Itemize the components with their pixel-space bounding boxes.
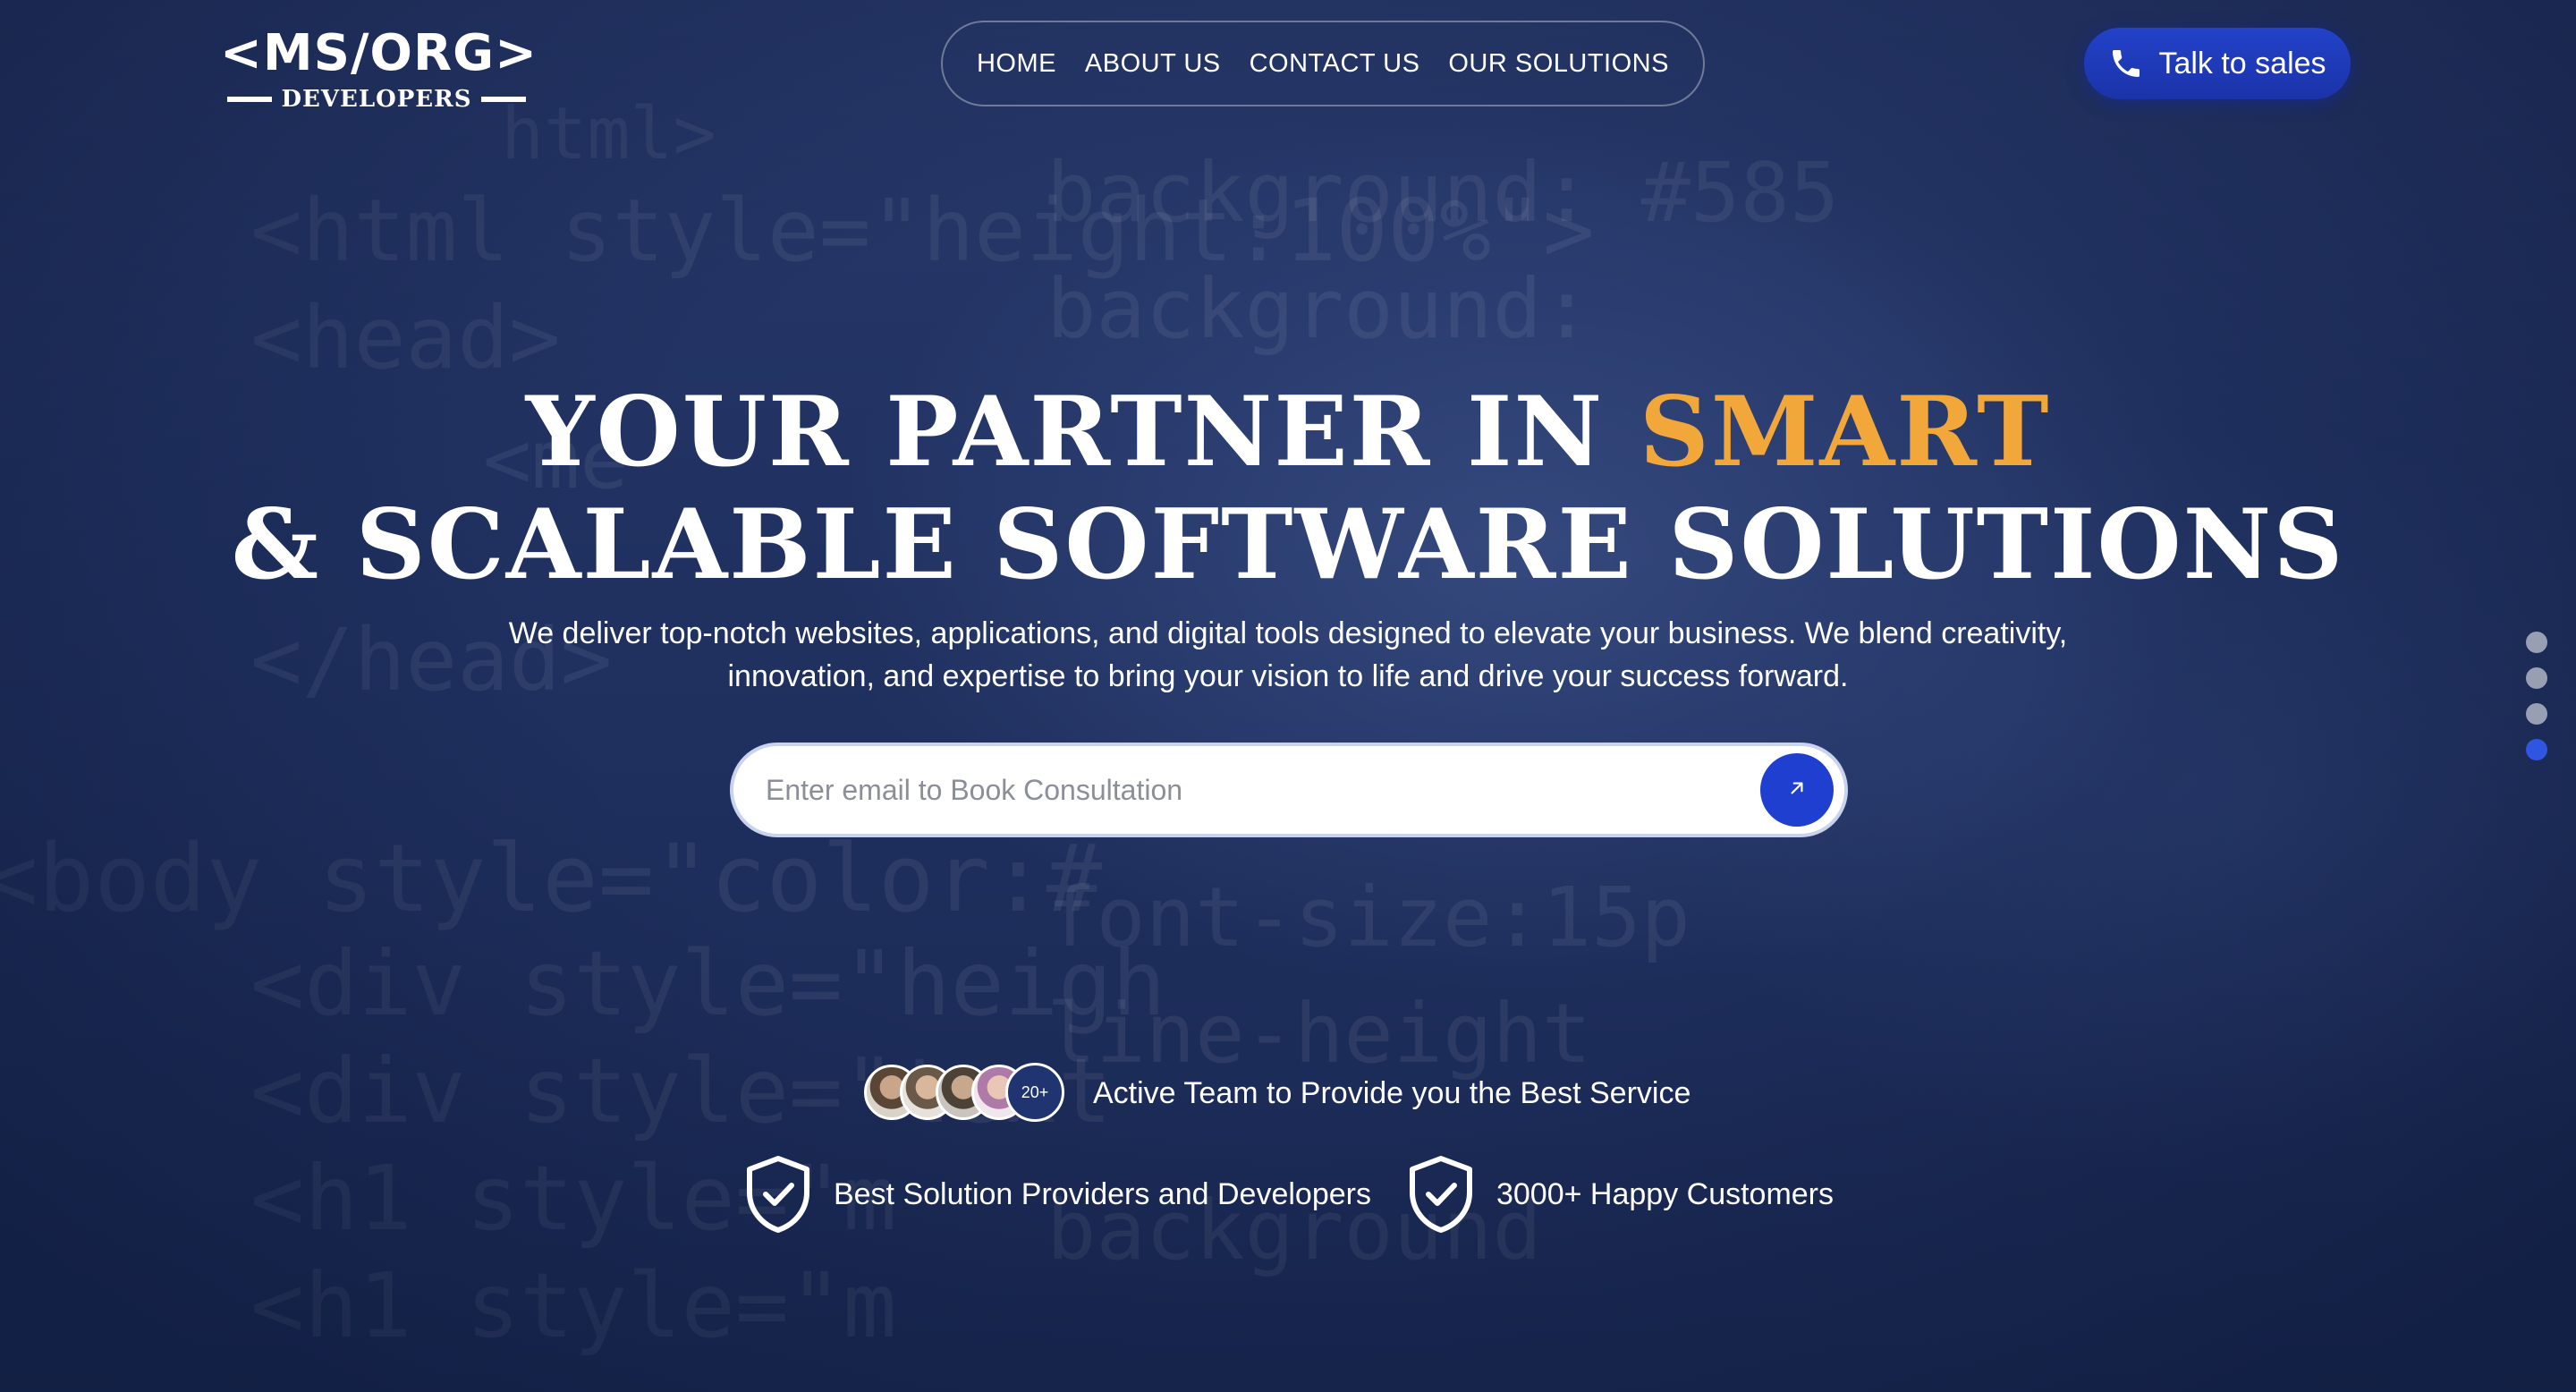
feature-item: 3000+ Happy Customers [1407, 1155, 1834, 1234]
bg-code-line: html> [501, 92, 716, 175]
nav-home[interactable]: HOME [977, 49, 1056, 79]
main-nav: HOME ABOUT US CONTACT US OUR SOLUTIONS [941, 21, 1705, 106]
team-count-badge: 20+ [1005, 1063, 1064, 1122]
slider-dot[interactable] [2526, 632, 2547, 653]
hero-title-line-2: & SCALABLE SOFTWARE SOLUTIONS [231, 488, 2345, 601]
feature-text: Best Solution Providers and Developers [833, 1176, 1371, 1211]
bg-code-line: font-size:15p [1046, 870, 1691, 965]
nav-our-solutions[interactable]: OUR SOLUTIONS [1448, 49, 1669, 79]
phone-icon [2108, 46, 2144, 81]
slider-dot[interactable] [2526, 667, 2547, 689]
hero-section: html> <html style="height:100%"> <head> … [0, 0, 2576, 1392]
feature-text: 3000+ Happy Customers [1496, 1176, 1835, 1211]
talk-to-sales-button[interactable]: Talk to sales [2084, 28, 2351, 99]
hero-title-line-1: YOUR PARTNER IN SMART [179, 376, 2397, 488]
feature-item: Best Solution Providers and Developers [744, 1155, 1371, 1234]
bg-code-line: background: #585 [1046, 145, 1840, 241]
logo-mark: <MS/ORG> [220, 24, 538, 82]
logo-bar-right [480, 97, 526, 102]
bg-code-line: <html style="height:100%"> [250, 181, 1595, 281]
email-input[interactable] [764, 772, 1760, 808]
bg-code-line: <body style="color:# [0, 824, 1103, 933]
hero-title: YOUR PARTNER IN SMART & SCALABLE SOFTWAR… [179, 376, 2397, 601]
logo-subtitle-text: DEVELOPERS [281, 86, 472, 113]
hero-title-accent: SMART [1639, 376, 2051, 488]
active-team-text: Active Team to Provide you the Best Serv… [1093, 1075, 1691, 1110]
talk-to-sales-label: Talk to sales [2158, 46, 2326, 81]
active-team-row: 20+ Active Team to Provide you the Best … [864, 1061, 1690, 1125]
hero-subtitle: We deliver top-notch websites, applicati… [508, 616, 2068, 693]
slider-dot[interactable] [2526, 703, 2547, 725]
consultation-form [730, 743, 1848, 837]
bg-code-line: <div style="heigh [250, 931, 1166, 1036]
arrow-up-right-icon [1785, 777, 1809, 803]
nav-contact-us[interactable]: CONTACT US [1250, 49, 1420, 79]
slider-dots [2526, 632, 2547, 760]
submit-email-button[interactable] [1760, 753, 1834, 827]
bg-code-line: background: [1046, 261, 1592, 357]
logo-bar-left [227, 97, 273, 102]
shield-check-icon [744, 1155, 812, 1234]
logo[interactable]: <MS/ORG> DEVELOPERS [220, 21, 538, 115]
feature-list: Best Solution Providers and Developers 3… [730, 1154, 1848, 1235]
hero-title-prefix: YOUR PARTNER IN [525, 376, 1640, 488]
nav-about-us[interactable]: ABOUT US [1085, 49, 1221, 79]
slider-dot-active[interactable] [2526, 739, 2547, 760]
bg-code-line: <h1 style="m [250, 1253, 897, 1358]
bg-code-line: <head> [250, 288, 561, 388]
shield-check-icon [1407, 1155, 1475, 1234]
team-avatars: 20+ [864, 1061, 1066, 1125]
logo-subtitle: DEVELOPERS [220, 86, 533, 113]
